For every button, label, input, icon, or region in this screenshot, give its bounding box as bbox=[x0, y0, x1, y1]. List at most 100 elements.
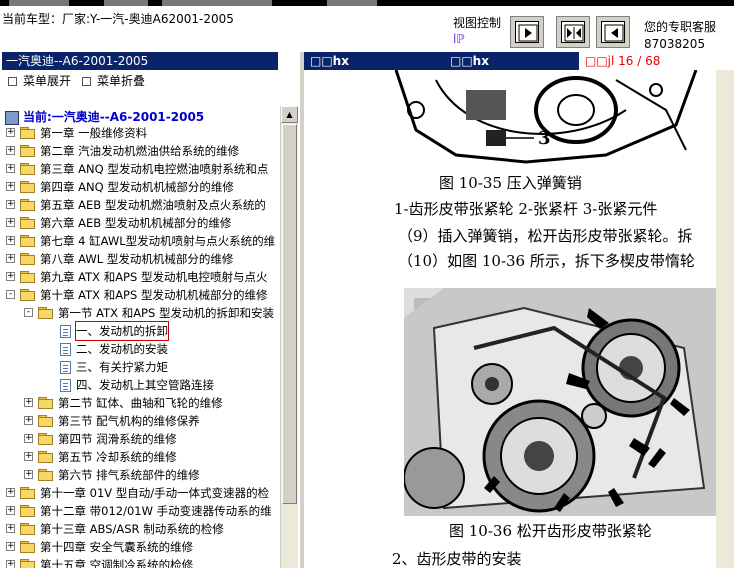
tree-item-label: 第三节 配气机构的维修保养 bbox=[58, 414, 200, 428]
scroll-up-icon[interactable]: ▲ bbox=[281, 106, 298, 123]
folder-icon bbox=[20, 253, 36, 265]
tree-leaf-item[interactable]: 一、发动机的拆卸 bbox=[0, 321, 280, 341]
expand-icon[interactable]: + bbox=[24, 452, 33, 461]
menu-collapse-button[interactable]: 菜单折叠 bbox=[82, 71, 145, 91]
expand-icon[interactable]: + bbox=[6, 182, 15, 191]
next-page-button[interactable] bbox=[510, 16, 544, 48]
current-vehicle: 当前:一汽奥迪--A6-2001-2005 bbox=[5, 108, 204, 125]
expand-icon[interactable]: + bbox=[24, 416, 33, 425]
expand-icon[interactable]: + bbox=[24, 398, 33, 407]
tree-chapter-item[interactable]: + 第十二章 带012/01W 手动变速器传动系的维 bbox=[0, 502, 280, 520]
tree-chapter-item[interactable]: + 第三章 ANQ 型发动机电控燃油喷射系统和点 bbox=[0, 160, 280, 178]
tree-item-label: 第五章 AEB 型发动机燃油喷射及点火系统的 bbox=[40, 198, 266, 212]
menu-expand-label: 菜单展开 bbox=[23, 74, 72, 88]
figure-10-35-image bbox=[376, 70, 706, 168]
service-phone: 87038205 bbox=[644, 37, 706, 51]
folder-icon bbox=[20, 127, 36, 139]
tree-leaf-item[interactable]: 三、有关拧紧力矩 bbox=[0, 358, 280, 376]
tree-item-label: 第一节 ATX 和APS 型发动机的拆卸和安装 bbox=[58, 306, 274, 320]
document-icon bbox=[60, 325, 71, 338]
tree-item-label: 第十一章 01V 型自动/手动一体式变速器的检 bbox=[40, 486, 270, 500]
expand-icon[interactable]: + bbox=[6, 488, 15, 497]
expand-icon[interactable]: + bbox=[6, 272, 15, 281]
tree-chapter-item[interactable]: + 第六章 AEB 型发动机机械部分的维修 bbox=[0, 214, 280, 232]
top-strip-tab bbox=[327, 0, 377, 6]
folder-open-icon bbox=[38, 307, 54, 319]
top-bar: 当前车型：厂家:Y-一汽-奥迪A62001-2005 视图控制 lℙ 您的专职客… bbox=[0, 0, 734, 52]
tree-chapter-item[interactable]: + 第十五章 空调制冷系统的检修 bbox=[0, 556, 280, 568]
tree-chapter-item[interactable]: + 第四章 ANQ 型发动机机械部分的维修 bbox=[0, 178, 280, 196]
tree-chapter-item[interactable]: + 第十三章 ABS/ASR 制动系统的检修 bbox=[0, 520, 280, 538]
tree-section-item[interactable]: + 第六节 排气系统部件的维修 bbox=[0, 466, 280, 484]
tree-chapter-item[interactable]: + 第七章 4 缸AWL型发动机喷射与点火系统的维 bbox=[0, 232, 280, 250]
tree-leaf-item[interactable]: 二、发动机的安装 bbox=[0, 340, 280, 358]
tree-chapter-item[interactable]: + 第一章 一般维修资料 bbox=[0, 124, 280, 142]
menu-collapse-label: 菜单折叠 bbox=[97, 74, 146, 88]
tree-section-item[interactable]: + 第四节 润滑系统的维修 bbox=[0, 430, 280, 448]
folder-icon bbox=[20, 235, 36, 247]
tree-section-item[interactable]: + 第二节 缸体、曲轴和飞轮的维修 bbox=[0, 394, 280, 412]
tree-chapter-item[interactable]: + 第二章 汽油发动机燃油供给系统的维修 bbox=[0, 142, 280, 160]
expand-icon[interactable]: + bbox=[24, 434, 33, 443]
folder-icon bbox=[38, 433, 54, 445]
collapse-icon[interactable]: - bbox=[24, 308, 33, 317]
scroll-thumb[interactable] bbox=[282, 124, 297, 504]
tree-chapter-item[interactable]: + 第八章 AWL 型发动机机械部分的维修 bbox=[0, 250, 280, 268]
tree-item-label: 第四节 润滑系统的维修 bbox=[58, 432, 177, 446]
tree-section-item[interactable]: + 第五节 冷却系统的维修 bbox=[0, 448, 280, 466]
document-scrollbar[interactable] bbox=[716, 70, 734, 568]
expand-icon[interactable]: + bbox=[6, 128, 15, 137]
tree-item-label: 第一章 一般维修资料 bbox=[40, 126, 148, 140]
expand-icon[interactable]: + bbox=[6, 200, 15, 209]
tree-chapter-item[interactable]: + 第十一章 01V 型自动/手动一体式变速器的检 bbox=[0, 484, 280, 502]
left-scrollbar[interactable]: ▲ bbox=[280, 106, 298, 568]
arrow-right-icon bbox=[518, 24, 538, 42]
tree-item-label: 第十二章 带012/01W 手动变速器传动系的维 bbox=[40, 504, 272, 518]
view-control-icon[interactable]: lℙ bbox=[453, 32, 473, 46]
figure-10-36-caption: 图 10-36 松开齿形皮带张紧轮 bbox=[449, 522, 652, 540]
document-page: 3 图 10-35 压入弹簧销 1-齿形皮带张紧轮 2-张紧杆 3-张紧元件 （… bbox=[306, 70, 716, 568]
expand-icon[interactable]: + bbox=[6, 164, 15, 173]
section-2-heading: 2、齿形皮带的安装 bbox=[392, 550, 522, 568]
document-icon bbox=[60, 361, 71, 374]
tree-chapter-item[interactable]: - 第十章 ATX 和APS 型发动机机械部分的维修 bbox=[0, 286, 280, 304]
tree-item-label: 第二章 汽油发动机燃油供给系统的维修 bbox=[40, 144, 240, 158]
menu-bar: 菜单展开 菜单折叠 bbox=[2, 71, 278, 91]
folder-icon bbox=[20, 199, 36, 211]
top-strip-tab bbox=[104, 0, 148, 6]
fit-width-button[interactable] bbox=[556, 16, 590, 48]
tree-item-label: 第十三章 ABS/ASR 制动系统的检修 bbox=[40, 522, 224, 536]
tree-chapter-item[interactable]: + 第五章 AEB 型发动机燃油喷射及点火系统的 bbox=[0, 196, 280, 214]
menu-expand-button[interactable]: 菜单展开 bbox=[8, 71, 71, 91]
folder-icon bbox=[38, 451, 54, 463]
expand-icon[interactable]: + bbox=[6, 254, 15, 263]
folder-icon bbox=[38, 469, 54, 481]
expand-icon[interactable]: + bbox=[6, 146, 15, 155]
doc-tab-1[interactable]: □□hx bbox=[310, 52, 349, 70]
collapse-icon[interactable]: - bbox=[6, 290, 15, 299]
doc-tab-2[interactable]: □□hx bbox=[450, 52, 489, 70]
tree-item-label: 四、发动机上其空管路连接 bbox=[76, 378, 214, 392]
expand-icon[interactable]: + bbox=[6, 560, 15, 568]
expand-icon[interactable]: + bbox=[24, 470, 33, 479]
folder-icon bbox=[20, 541, 36, 553]
figure-10-35-callout: 3 bbox=[538, 128, 551, 149]
tree-chapter-item[interactable]: + 第十四章 安全气囊系统的维修 bbox=[0, 538, 280, 556]
arrow-left-icon bbox=[604, 24, 624, 42]
tree-item-label: 第三章 ANQ 型发动机电控燃油喷射系统和点 bbox=[40, 162, 269, 176]
folder-icon bbox=[20, 217, 36, 229]
expand-icon[interactable]: + bbox=[6, 524, 15, 533]
left-panel: 一汽奥迪--A6-2001-2005 菜单展开 菜单折叠 当前:一汽奥迪--A6… bbox=[0, 52, 300, 568]
expand-icon[interactable]: + bbox=[6, 218, 15, 227]
expand-icon[interactable]: + bbox=[6, 236, 15, 245]
folder-icon bbox=[20, 523, 36, 535]
tree-chapter-item[interactable]: + 第九章 ATX 和APS 型发动机电控喷射与点火 bbox=[0, 268, 280, 286]
prev-page-button[interactable] bbox=[596, 16, 630, 48]
tree-section-item[interactable]: + 第三节 配气机构的维修保养 bbox=[0, 412, 280, 430]
left-panel-title: 一汽奥迪--A6-2001-2005 bbox=[2, 52, 278, 70]
tree-section-item[interactable]: - 第一节 ATX 和APS 型发动机的拆卸和安装 bbox=[0, 304, 280, 322]
expand-icon[interactable]: + bbox=[6, 542, 15, 551]
expand-icon[interactable]: + bbox=[6, 506, 15, 515]
figure-legend: 1-齿形皮带张紧轮 2-张紧杆 3-张紧元件 bbox=[394, 200, 658, 218]
tree-leaf-item[interactable]: 四、发动机上其空管路连接 bbox=[0, 376, 280, 394]
